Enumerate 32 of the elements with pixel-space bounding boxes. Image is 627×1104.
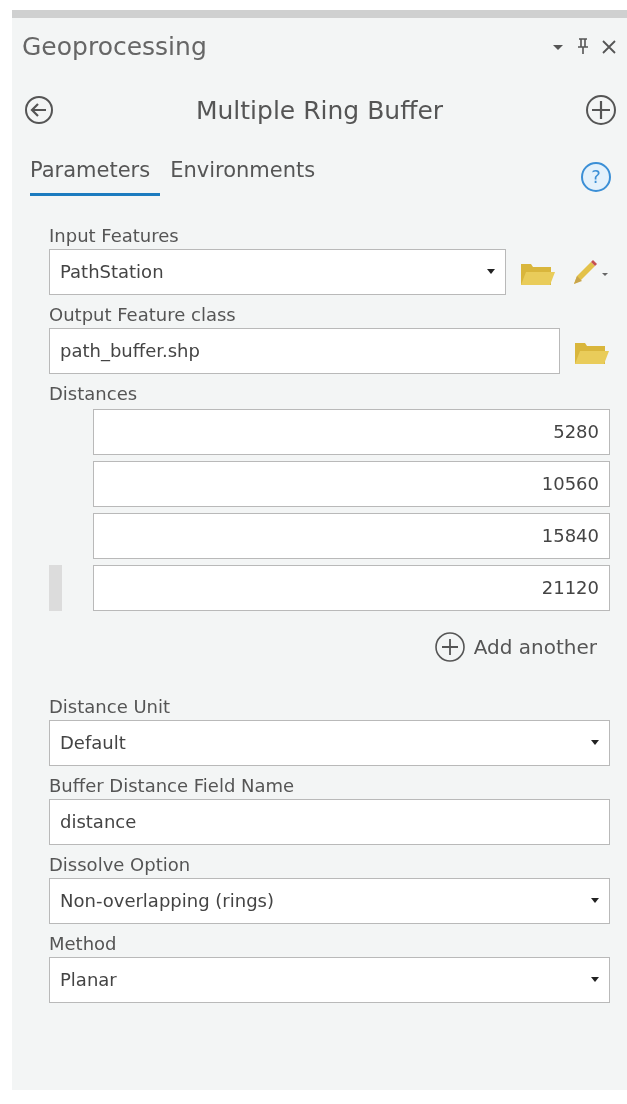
input-field[interactable]: 5280 bbox=[93, 408, 610, 455]
field-label: Output Feature class bbox=[49, 302, 237, 327]
caret-icon bbox=[591, 740, 599, 745]
pin-icon[interactable] bbox=[575, 37, 591, 56]
input-field[interactable]: 15840 bbox=[93, 512, 610, 559]
close-icon[interactable] bbox=[601, 38, 617, 55]
add-icon[interactable] bbox=[585, 94, 617, 127]
caret-icon bbox=[591, 898, 599, 903]
pane-title: Geoprocessing bbox=[22, 31, 208, 63]
field-label: Distance Unit bbox=[49, 694, 172, 719]
field-label: Distances bbox=[49, 381, 139, 406]
dropdown[interactable]: PathStation bbox=[49, 248, 506, 295]
dropdown[interactable]: Planar bbox=[49, 956, 610, 1003]
field-label: Dissolve Option bbox=[49, 852, 192, 877]
field-label: Buffer Distance Field Name bbox=[49, 773, 296, 798]
field-label: Method bbox=[49, 931, 118, 956]
input-field[interactable]: 10560 bbox=[93, 460, 610, 507]
tab[interactable]: Parameters bbox=[30, 155, 161, 196]
input-field[interactable]: path_buffer.shp bbox=[49, 327, 560, 374]
add-icon[interactable] bbox=[433, 630, 466, 663]
back-icon[interactable] bbox=[24, 95, 54, 126]
tab[interactable]: Environments bbox=[170, 155, 326, 196]
dropdown[interactable]: Non-overlapping (rings) bbox=[49, 877, 610, 924]
input-field[interactable]: 21120 bbox=[93, 564, 610, 611]
caret-icon bbox=[487, 269, 495, 274]
add-another-button[interactable]: Add another bbox=[433, 630, 597, 663]
drag-handle[interactable] bbox=[49, 564, 62, 611]
dropdown[interactable]: Default bbox=[49, 719, 610, 766]
field-label: Input Features bbox=[49, 223, 180, 248]
tool-title: Multiple Ring Buffer bbox=[194, 94, 445, 127]
input-field[interactable]: distance bbox=[49, 798, 610, 845]
caret-icon bbox=[591, 977, 599, 982]
